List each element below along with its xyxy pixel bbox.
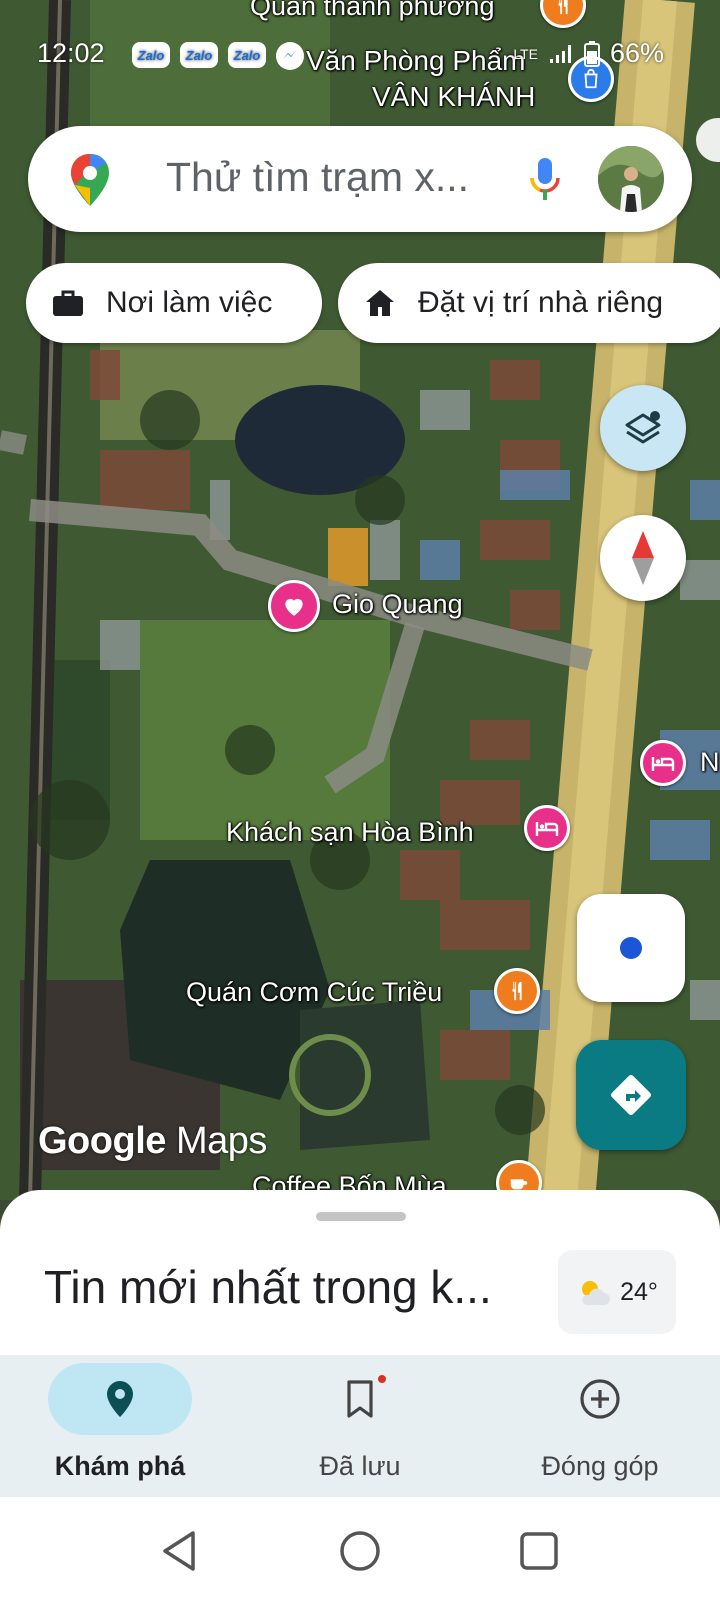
recents-icon [520, 1532, 558, 1570]
restaurant-pin[interactable] [494, 968, 540, 1014]
directions-button[interactable] [576, 1040, 686, 1150]
home-button[interactable] [336, 1527, 384, 1575]
poi-label-gio-quang[interactable]: Gio Quang [332, 589, 463, 620]
home-circle-icon [340, 1531, 380, 1571]
work-chip-label: Nơi làm việc [106, 286, 273, 319]
zalo-icon: Zalo [132, 42, 170, 68]
layers-button[interactable] [600, 385, 686, 471]
poi-label-quan-com-cuc-trieu[interactable]: Quán Cơm Cúc Triều [186, 977, 442, 1008]
hotel-pin[interactable] [524, 805, 570, 851]
work-shortcut-chip[interactable]: Nơi làm việc [26, 263, 322, 343]
add-circle-icon [576, 1375, 624, 1423]
bed-icon [651, 757, 675, 771]
maps-logo-icon [71, 154, 109, 206]
battery-percentage: 66% [609, 38, 664, 68]
directions-icon [611, 1075, 651, 1115]
home-shortcut-chip[interactable]: Đặt vị trí nhà riêng [338, 263, 720, 343]
google-maps-watermark: Google Maps [38, 1120, 267, 1163]
tab-explore-label: Khám phá [54, 1451, 186, 1481]
status-time: 12:02 [37, 38, 105, 68]
bed-icon [535, 822, 559, 836]
poi-label-khach-san-hoa-binh[interactable]: Khách sạn Hòa Bình [226, 817, 474, 848]
compass-button[interactable] [600, 515, 686, 601]
drag-handle[interactable] [316, 1212, 406, 1221]
messenger-icon [276, 42, 304, 70]
status-bar: 12:02 Zalo Zalo Zalo LTE 66% [0, 36, 720, 76]
home-icon [364, 288, 396, 318]
recents-button[interactable] [515, 1527, 563, 1575]
tab-saved[interactable]: Đã lưu [240, 1355, 480, 1497]
saved-place-pin[interactable] [268, 580, 320, 632]
my-location-button[interactable] [577, 894, 685, 1002]
bottom-navigation: Khám phá Đã lưu Đóng góp [0, 1355, 720, 1497]
heart-icon [285, 598, 303, 616]
poi-label-edge[interactable]: N [700, 747, 720, 778]
status-indicators: LTE 66% [513, 38, 664, 69]
tab-explore[interactable]: Khám phá [0, 1355, 240, 1497]
weather-icon [582, 1281, 611, 1305]
tab-saved-label: Đã lưu [319, 1451, 401, 1481]
poi-label-quan-thanh-phuong[interactable]: Quán thành phương [250, 0, 494, 22]
compass-icon [632, 531, 654, 585]
tab-contribute-label: Đóng góp [541, 1451, 659, 1481]
utensils-icon [512, 981, 522, 1001]
maps-wordmark: Maps [175, 1120, 267, 1162]
network-type: LTE [513, 45, 538, 62]
system-navigation-bar [0, 1497, 720, 1605]
hotel-pin[interactable] [640, 740, 686, 786]
google-wordmark: Google [38, 1120, 166, 1162]
poi-label-van-khanh[interactable]: VÂN KHÁNH [372, 81, 535, 113]
briefcase-icon [52, 289, 84, 317]
notification-icons: Zalo Zalo Zalo [132, 42, 304, 70]
home-chip-label: Đặt vị trí nhà riêng [418, 286, 664, 319]
notification-dot [376, 1373, 388, 1385]
avatar-photo [598, 146, 664, 212]
battery-icon [583, 40, 600, 67]
account-avatar[interactable] [598, 146, 664, 212]
latest-news-title[interactable]: Tin mới nhất trong k... [44, 1260, 492, 1314]
my-location-icon [620, 937, 642, 959]
signal-icon [549, 44, 571, 63]
bottom-sheet[interactable]: Tin mới nhất trong k... 24° [0, 1190, 720, 1355]
search-input[interactable]: Thử tìm trạm x... [166, 154, 469, 201]
tab-contribute[interactable]: Đóng góp [480, 1355, 720, 1497]
back-icon [163, 1531, 195, 1571]
mic-icon[interactable] [528, 156, 562, 202]
utensils-icon [558, 0, 568, 15]
explore-pin-icon [96, 1375, 144, 1423]
zalo-icon: Zalo [180, 42, 218, 68]
back-button[interactable] [155, 1527, 203, 1575]
layers-icon [625, 411, 661, 444]
weather-chip[interactable]: 24° [558, 1250, 676, 1334]
weather-temperature: 24° [620, 1277, 658, 1306]
search-bar[interactable]: Thử tìm trạm x... [28, 126, 692, 232]
zalo-icon: Zalo [228, 42, 266, 68]
